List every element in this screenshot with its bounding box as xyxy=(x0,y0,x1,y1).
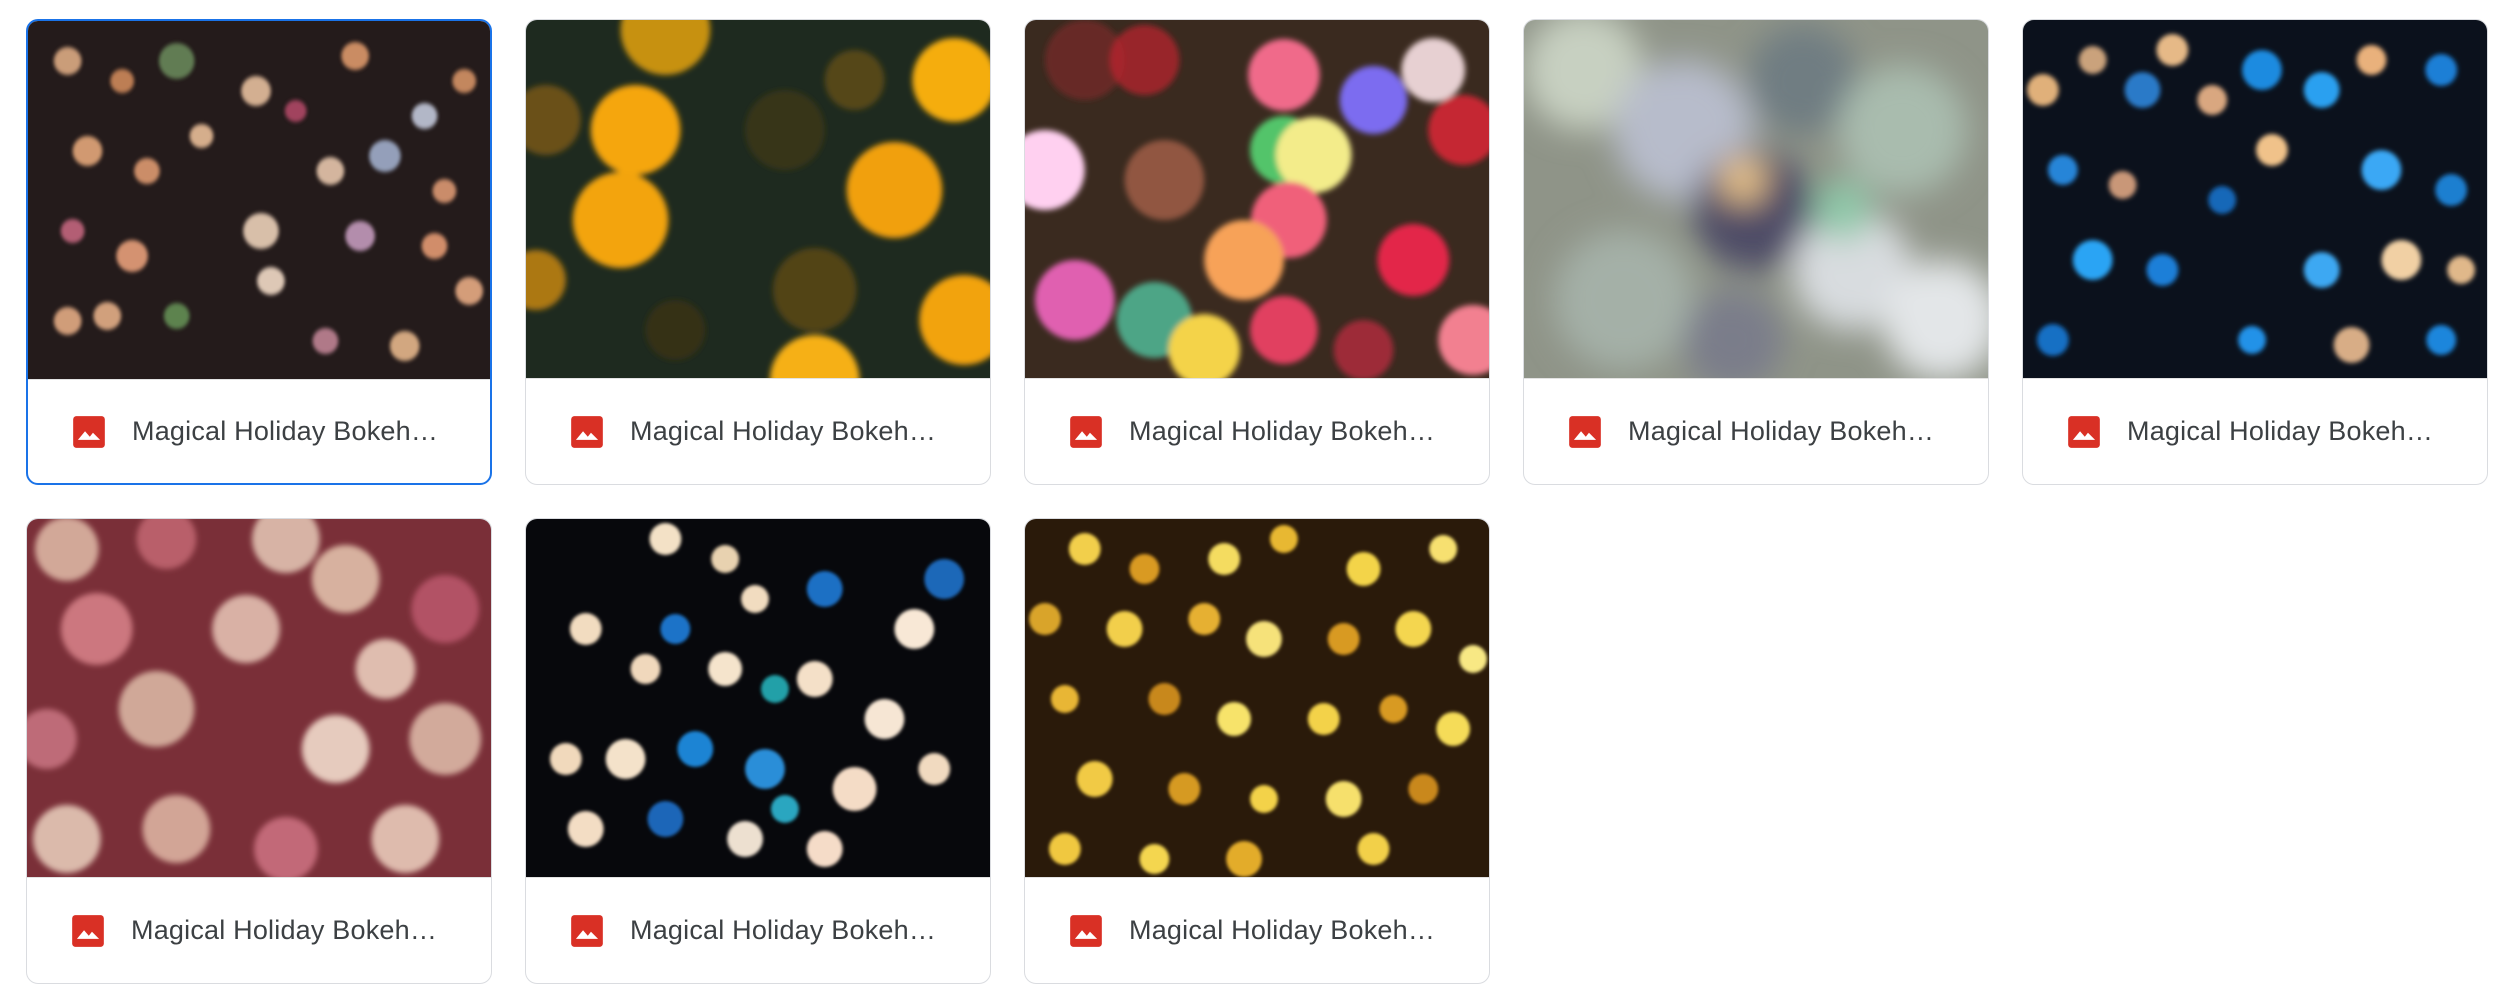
image-icon xyxy=(1070,415,1102,448)
file-card-footer: Magical Holiday Bokeh Background 8.jpg xyxy=(1025,877,1489,983)
thumbnail-3 xyxy=(1025,20,1489,378)
image-icon xyxy=(1569,415,1601,448)
file-name: Magical Holiday Bokeh Background 8.jpg xyxy=(1129,915,1439,945)
file-card-footer: Magical Holiday Bokeh Background 3.jpg xyxy=(1025,378,1489,484)
thumbnail-2 xyxy=(526,20,990,378)
image-icon xyxy=(571,914,603,947)
file-card-footer: Magical Holiday Bokeh Background 4.jpg xyxy=(1524,378,1988,484)
image-icon xyxy=(73,415,105,448)
file-card-footer: Magical Holiday Bokeh Background 1.jpg xyxy=(28,379,490,483)
file-name: Magical Holiday Bokeh Background 4.jpg xyxy=(1628,416,1938,446)
file-card-2[interactable]: Magical Holiday Bokeh Background 2.jpg xyxy=(525,19,991,485)
thumbnail-5 xyxy=(2023,20,2487,378)
thumbnail-7 xyxy=(526,519,990,877)
file-name: Magical Holiday Bokeh Background 5.jpg xyxy=(2127,416,2437,446)
file-card-3[interactable]: Magical Holiday Bokeh Background 3.jpg xyxy=(1024,19,1490,485)
file-card-1[interactable]: Magical Holiday Bokeh Background 1.jpg xyxy=(26,19,492,485)
thumbnail-4 xyxy=(1524,20,1988,378)
file-card-footer: Magical Holiday Bokeh Background 5.jpg xyxy=(2023,378,2487,484)
file-name: Magical Holiday Bokeh Background 6.jpg xyxy=(131,915,441,945)
file-card-footer: Magical Holiday Bokeh Background 7.jpg xyxy=(526,877,990,983)
file-name: Magical Holiday Bokeh Background 2.jpg xyxy=(630,416,940,446)
file-name: Magical Holiday Bokeh Background 3.jpg xyxy=(1129,416,1439,446)
file-card-4[interactable]: Magical Holiday Bokeh Background 4.jpg xyxy=(1523,19,1989,485)
file-card-footer: Magical Holiday Bokeh Background 6.jpg xyxy=(27,877,491,983)
thumbnail-6 xyxy=(27,519,491,877)
file-grid: Magical Holiday Bokeh Background 1.jpg xyxy=(26,19,2488,984)
file-card-8[interactable]: Magical Holiday Bokeh Background 8.jpg xyxy=(1024,518,1490,984)
file-card-6[interactable]: Magical Holiday Bokeh Background 6.jpg xyxy=(26,518,492,984)
file-card-7[interactable]: Magical Holiday Bokeh Background 7.jpg xyxy=(525,518,991,984)
image-icon xyxy=(571,415,603,448)
thumbnail-1 xyxy=(28,21,490,379)
file-name: Magical Holiday Bokeh Background 1.jpg xyxy=(132,416,442,446)
image-icon xyxy=(72,914,104,947)
image-icon xyxy=(1070,914,1102,947)
file-card-footer: Magical Holiday Bokeh Background 2.jpg xyxy=(526,378,990,484)
thumbnail-8 xyxy=(1025,519,1489,877)
file-name: Magical Holiday Bokeh Background 7.jpg xyxy=(630,915,940,945)
image-icon xyxy=(2068,415,2100,448)
file-card-5[interactable]: Magical Holiday Bokeh Background 5.jpg xyxy=(2022,19,2488,485)
